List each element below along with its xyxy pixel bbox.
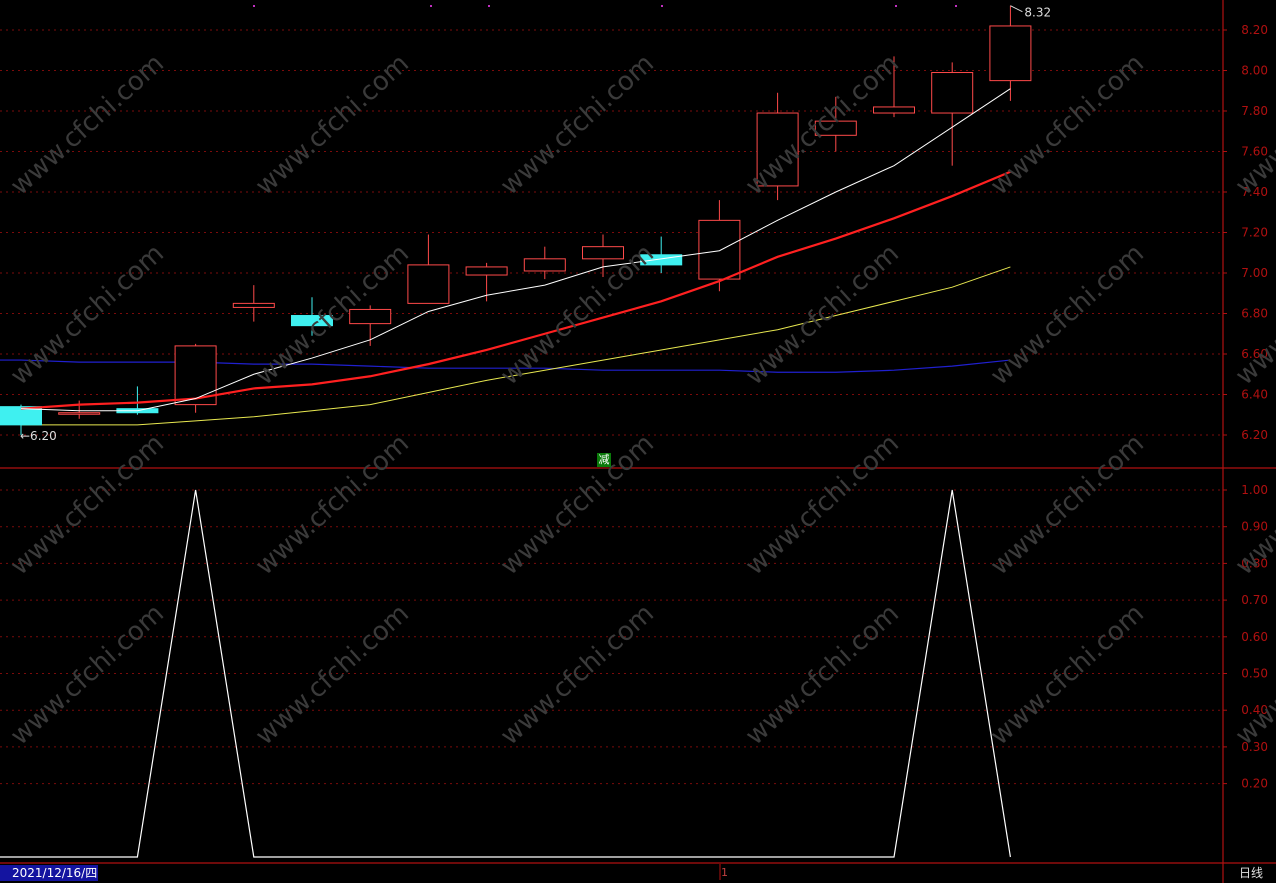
indicator-tick-label: 0.60 (1241, 630, 1268, 644)
candle-body (582, 246, 624, 260)
top-marker-dot (430, 5, 432, 7)
indicator-tick-label: 1.00 (1241, 483, 1268, 497)
price-tick-label: 7.80 (1241, 104, 1268, 118)
candle-body (58, 412, 101, 415)
candle-body (989, 25, 1032, 82)
candle-body (523, 258, 566, 272)
top-marker-dot (488, 5, 490, 7)
high-price-label: 8.32 (1024, 6, 1051, 20)
candle-body (814, 120, 857, 136)
indicator-tick-label: 0.50 (1241, 667, 1268, 681)
date-label: 2021/12/16/四 (0, 865, 98, 881)
indicator-tick-label: 0.80 (1241, 556, 1268, 570)
price-tick-label: 7.00 (1241, 266, 1268, 280)
top-marker-dot (661, 5, 663, 7)
candle-body (407, 264, 450, 304)
candle-body (232, 302, 275, 308)
low-price-label: ←6.20 (20, 429, 57, 443)
signal-badge: 减 (597, 453, 611, 467)
price-tick-label: 6.60 (1241, 347, 1268, 361)
top-marker-dot (253, 5, 255, 7)
price-tick-label: 7.60 (1241, 145, 1268, 159)
candle-body (931, 72, 974, 114)
candle-body (873, 106, 915, 114)
indicator-tick-label: 0.90 (1241, 520, 1268, 534)
price-tick-label: 8.20 (1241, 23, 1268, 37)
page-marker: 1 (721, 866, 728, 879)
indicator-tick-label: 0.30 (1241, 740, 1268, 754)
candle-body (756, 112, 799, 187)
price-tick-label: 6.80 (1241, 307, 1268, 321)
top-marker-dot (895, 5, 897, 7)
price-tick-label: 7.20 (1241, 226, 1268, 240)
price-tick-label: 8.00 (1241, 64, 1268, 78)
candle-body (291, 315, 333, 327)
stock-chart: 6.20 6.40 6.60 6.80 7.00 7.20 7.40 7.60 7.80 8.00… (0, 0, 1276, 883)
period-tab[interactable]: 日线 (1226, 864, 1276, 883)
candle (174, 343, 217, 413)
price-tick-label: 6.20 (1241, 428, 1268, 442)
indicator-tick-label: 0.20 (1241, 777, 1268, 791)
price-tick-label: 7.40 (1241, 185, 1268, 199)
indicator-tick-label: 0.40 (1241, 703, 1268, 717)
price-tick-label: 6.40 (1241, 388, 1268, 402)
candle-body (698, 219, 741, 280)
indicator-tick-label: 0.70 (1241, 593, 1268, 607)
candle-body (640, 254, 683, 266)
candle-body (349, 308, 392, 325)
candle-body (465, 266, 508, 276)
top-marker-dot (955, 5, 957, 7)
